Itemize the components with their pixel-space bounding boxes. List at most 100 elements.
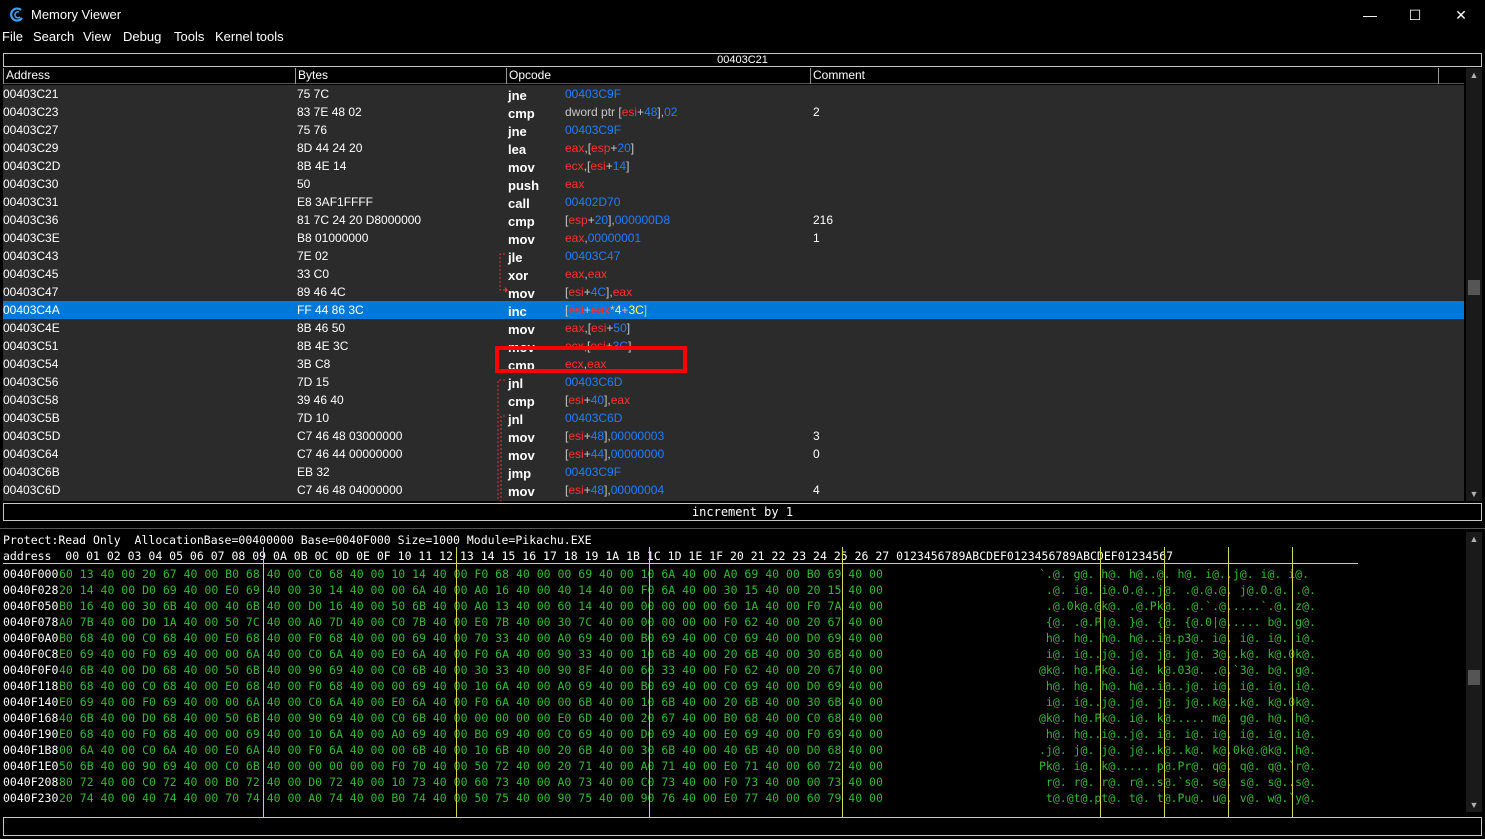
- operand-token: ]: [626, 321, 631, 335]
- hex-row-address: 0040F050: [3, 599, 59, 613]
- disassembly-list[interactable]: 00403C21 75 7C jne 00403C9F 00403C23 83 7E 48…: [3, 85, 1464, 501]
- operand-token: +: [583, 393, 591, 407]
- disassembly-row[interactable]: 00403C47 89 46 4C mov [esi+4C],eax: [3, 283, 1464, 301]
- disassembly-row[interactable]: 00403C6B EB 32 jmp 00403C9F: [3, 463, 1464, 481]
- disassembly-row[interactable]: 00403C4E 8B 46 50 mov eax,[esi+50]: [3, 319, 1464, 337]
- row-bytes: 83 7E 48 02: [297, 105, 362, 119]
- hex-row-ascii: @k@. h@.Pk@. i@. k@.03@. .@.`3@. b@. g@.: [1039, 663, 1316, 677]
- menu-search[interactable]: Search: [33, 29, 74, 44]
- hex-row-bytes: 40 6B 40 00 D0 68 40 00 50 6B 40 00 90 6…: [59, 663, 883, 677]
- scroll-down-arrow-icon[interactable]: ▼: [1466, 798, 1482, 812]
- disassembly-row[interactable]: 00403C2D 8B 4E 14 mov ecx,[esi+14]: [3, 157, 1464, 175]
- scroll-down-arrow-icon[interactable]: ▼: [1466, 487, 1482, 501]
- operand-token: esi: [568, 285, 584, 299]
- scroll-up-arrow-icon[interactable]: ▲: [1466, 532, 1482, 546]
- row-bytes: 50: [297, 177, 311, 191]
- row-operands: 00403C9F: [565, 85, 621, 103]
- disassembly-row[interactable]: 00403C4A FF 44 86 3C inc [esi+eax*4+3C]: [3, 301, 1464, 319]
- row-address: 00403C4A: [3, 303, 60, 317]
- hex-column-separator: [1292, 547, 1293, 817]
- status-bar: [3, 817, 1482, 836]
- scroll-up-arrow-icon[interactable]: ▲: [1466, 68, 1482, 82]
- column-comment[interactable]: Comment: [810, 68, 1438, 84]
- column-extra: [1438, 68, 1464, 84]
- hex-row-ascii: Pk@. i@. k@..... p@.Pr@. q@. q@. q@.`r@.: [1039, 759, 1316, 773]
- row-operands: 00403C47: [565, 247, 620, 265]
- disassembly-row[interactable]: 00403C30 50 push eax: [3, 175, 1464, 193]
- hex-header: address 00 01 02 03 04 05 06 07 08 09 0A…: [3, 548, 1358, 564]
- row-bytes: 8B 4E 14: [297, 159, 347, 173]
- row-address: 00403C45: [3, 267, 59, 281]
- operand-token: ],: [604, 447, 611, 461]
- disassembly-row[interactable]: 00403C58 39 46 40 cmp [esi+40],eax: [3, 391, 1464, 409]
- close-button[interactable]: ✕: [1438, 0, 1484, 30]
- operand-token: 00403C9F: [565, 465, 622, 479]
- row-address: 00403C43: [3, 249, 59, 263]
- hex-scrollbar[interactable]: ▲ ▼: [1466, 532, 1482, 812]
- operand-token: 48: [644, 105, 658, 119]
- row-address: 00403C23: [3, 105, 59, 119]
- hex-row-address: 0040F118: [3, 679, 59, 693]
- disassembly-row[interactable]: 00403C5B 7D 10 jnl 00403C6D: [3, 409, 1464, 427]
- scrollbar-thumb[interactable]: [1468, 280, 1480, 295]
- row-comment: 4: [813, 483, 820, 497]
- hex-row-ascii: @k@. h@.Pk@. i@. k@..... m@. g@. h@. h@.: [1039, 711, 1316, 725]
- row-operands: eax,00000001: [565, 229, 641, 247]
- column-opcode[interactable]: Opcode: [506, 68, 810, 84]
- menu-debug[interactable]: Debug: [123, 29, 161, 44]
- operand-token: esi: [568, 429, 584, 443]
- disassembly-row[interactable]: 00403C31 E8 3AF1FFFF call 00402D70: [3, 193, 1464, 211]
- disassembly-row[interactable]: 00403C51 8B 4E 3C mov ecx,[esi+3C]: [3, 337, 1464, 355]
- menu-file[interactable]: File: [2, 29, 23, 44]
- disassembly-row[interactable]: 00403C45 33 C0 xor eax,eax: [3, 265, 1464, 283]
- hex-row-address: 0040F0C8: [3, 647, 59, 661]
- disassembly-row[interactable]: 00403C3E B8 01000000 mov eax,00000001 1: [3, 229, 1464, 247]
- disassembly-row[interactable]: 00403C54 3B C8 cmp ecx,eax: [3, 355, 1464, 373]
- hex-row-bytes: E0 69 40 00 F0 69 40 00 00 6A 40 00 C0 6…: [59, 695, 883, 709]
- row-bytes: 8B 4E 3C: [297, 339, 349, 353]
- hex-view[interactable]: Protect:Read Only AllocationBase=0040000…: [3, 532, 1466, 815]
- current-address-bar[interactable]: 00403C21: [3, 53, 1482, 67]
- disassembly-row[interactable]: 00403C64 C7 46 44 00000000 mov [esi+44],000…: [3, 445, 1464, 463]
- row-bytes: 7D 15: [297, 375, 330, 389]
- hex-row-address: 0040F168: [3, 711, 59, 725]
- disassembly-row[interactable]: 00403C43 7E 02 jle 00403C47: [3, 247, 1464, 265]
- minimize-button[interactable]: —: [1347, 0, 1393, 30]
- operand-token: ],: [608, 213, 615, 227]
- disassembly-row[interactable]: 00403C21 75 7C jne 00403C9F: [3, 85, 1464, 103]
- disassembly-row[interactable]: 00403C6D C7 46 48 04000000 mov [esi+48],000…: [3, 481, 1464, 499]
- operand-token: 48: [590, 483, 605, 497]
- disassembly-row[interactable]: 00403C36 81 7C 24 20 D8000000 cmp [esp+20],…: [3, 211, 1464, 229]
- scrollbar-thumb[interactable]: [1468, 670, 1480, 685]
- hex-row-bytes: A0 7B 40 00 D0 1A 40 00 50 7C 40 00 A0 7…: [59, 615, 883, 629]
- menu-kernel-tools[interactable]: Kernel tools: [215, 29, 284, 44]
- operand-token: +: [605, 159, 613, 173]
- disassembly-row[interactable]: 00403C27 75 76 jne 00403C9F: [3, 121, 1464, 139]
- row-bytes: 7E 02: [297, 249, 329, 263]
- disassembly-scrollbar[interactable]: ▲ ▼: [1466, 68, 1482, 501]
- disassembly-row[interactable]: 00403C23 83 7E 48 02 cmp dword ptr [esi+48]…: [3, 103, 1464, 121]
- operand-token: ],: [604, 429, 611, 443]
- row-address: 00403C58: [3, 393, 59, 407]
- disassembly-row[interactable]: 00403C29 8D 44 24 20 lea eax,[esp+20]: [3, 139, 1464, 157]
- row-comment: 1: [813, 231, 820, 245]
- column-bytes[interactable]: Bytes: [295, 68, 506, 84]
- operand-token: eax: [610, 393, 631, 407]
- menu-tools[interactable]: Tools: [174, 29, 204, 44]
- disassembly-row[interactable]: 00403C56 7D 15 jnl 00403C6D: [3, 373, 1464, 391]
- disassembler-panel: 00403C21 Address Bytes Opcode Comment 00…: [0, 50, 1485, 523]
- hex-row-address: 0040F0A0: [3, 631, 59, 645]
- operand-token: 44: [590, 447, 605, 461]
- column-address[interactable]: Address: [3, 68, 295, 84]
- hex-row-address: 0040F0F0: [3, 663, 59, 677]
- operand-token: eax: [587, 267, 608, 281]
- hex-row-ascii: h@. h@. h@. h@..i@..j@. i@. i@. i@. i@.: [1039, 679, 1316, 693]
- maximize-button[interactable]: ☐: [1392, 0, 1438, 30]
- disassembly-row[interactable]: 00403C5D C7 46 48 03000000 mov [esi+48],000…: [3, 427, 1464, 445]
- row-operands: eax: [565, 175, 584, 193]
- menu-view[interactable]: View: [83, 29, 111, 44]
- row-comment: 3: [813, 429, 820, 443]
- hex-row-ascii: t@.@t@.pt@. t@. t@.Pu@. u@. v@. w@.`y@.: [1039, 791, 1316, 805]
- operand-token: ]: [626, 159, 630, 173]
- row-address: 00403C27: [3, 123, 59, 137]
